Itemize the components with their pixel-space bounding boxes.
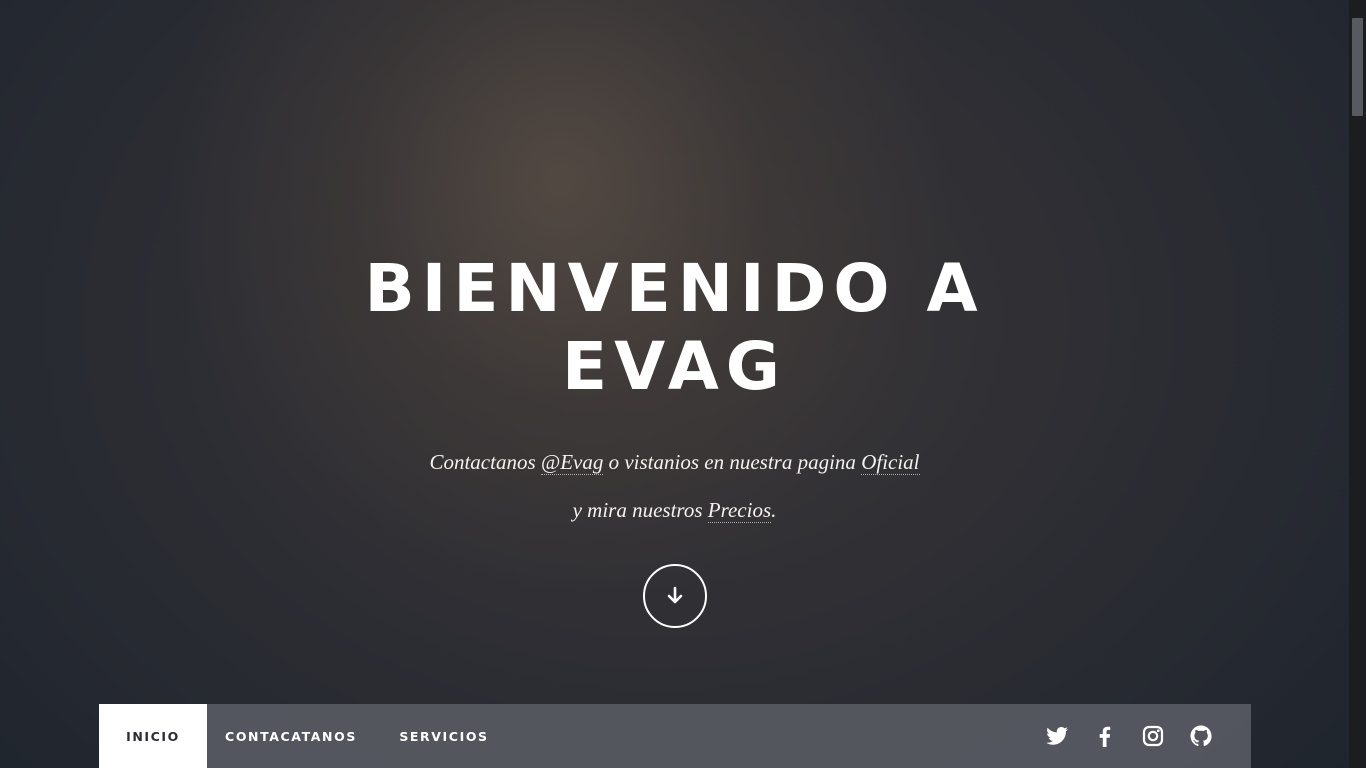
official-page-link[interactable]: Oficial <box>861 450 920 475</box>
instagram-icon[interactable] <box>1141 724 1165 748</box>
tagline-text: y mira nuestros <box>572 498 708 522</box>
evag-handle-link[interactable]: @Evag <box>540 450 604 475</box>
hero-tagline-line-2: y mira nuestros Precios. <box>0 486 1349 534</box>
prices-link[interactable]: Precios <box>707 498 772 523</box>
twitter-icon[interactable] <box>1045 724 1069 748</box>
facebook-icon[interactable] <box>1093 724 1117 748</box>
main-navigation: INICIO CONTACATANOS SERVICIOS <box>99 704 1251 768</box>
github-icon[interactable] <box>1189 724 1213 748</box>
hero-tagline-line-1: Contactanos @Evag o vistanios en nuestra… <box>0 438 1349 486</box>
tagline-text: Contactanos <box>429 450 541 474</box>
hero-content: BIENVENIDO A EVAG Contactanos @Evag o vi… <box>0 250 1349 534</box>
nav-item-inicio[interactable]: INICIO <box>99 704 207 768</box>
scroll-down-button[interactable] <box>643 564 707 628</box>
nav-item-contacatanos[interactable]: CONTACATANOS <box>207 704 375 768</box>
page-scrollbar[interactable] <box>1349 0 1366 768</box>
hero-title: BIENVENIDO A EVAG <box>364 250 985 405</box>
tagline-text: . <box>771 498 777 522</box>
tagline-text: o vistanios en nuestra pagina <box>603 450 862 474</box>
nav-item-servicios[interactable]: SERVICIOS <box>375 704 513 768</box>
arrow-down-icon <box>667 586 683 604</box>
scrollbar-thumb[interactable] <box>1352 18 1363 116</box>
hero-banner: BIENVENIDO A EVAG Contactanos @Evag o vi… <box>0 0 1349 768</box>
